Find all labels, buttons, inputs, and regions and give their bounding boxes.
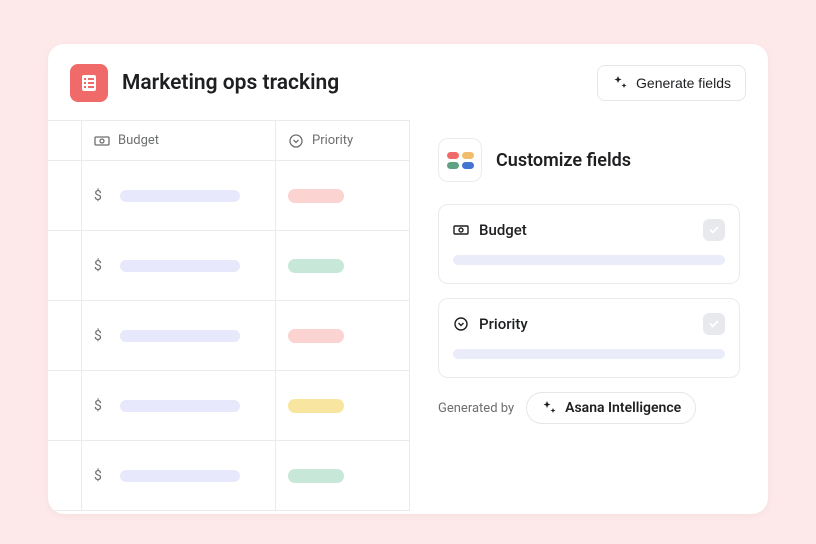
customize-panel: Customize fields Budget	[410, 120, 768, 514]
field-checkbox[interactable]	[703, 313, 725, 335]
chevron-circle-icon	[453, 316, 469, 332]
row-spacer	[48, 231, 82, 301]
field-card-priority[interactable]: Priority	[438, 298, 740, 378]
app-card: Marketing ops tracking Generate fields B…	[48, 44, 768, 514]
asana-intelligence-label: Asana Intelligence	[565, 400, 681, 416]
money-icon	[453, 222, 469, 238]
budget-cell[interactable]: $	[82, 231, 276, 301]
budget-placeholder-bar	[120, 400, 240, 412]
field-placeholder-bar	[453, 255, 725, 265]
budget-placeholder-bar	[120, 260, 240, 272]
field-placeholder-bar	[453, 349, 725, 359]
sparkle-icon	[612, 75, 628, 91]
project-icon	[70, 64, 108, 102]
priority-cell[interactable]	[276, 231, 410, 301]
priority-pill	[288, 329, 344, 343]
field-checkbox[interactable]	[703, 219, 725, 241]
table-header-row: Budget Priority	[48, 121, 410, 161]
fields-icon	[438, 138, 482, 182]
priority-cell[interactable]	[276, 371, 410, 441]
currency-symbol: $	[94, 468, 102, 484]
asana-intelligence-badge[interactable]: Asana Intelligence	[526, 392, 696, 424]
column-header-budget-label: Budget	[118, 133, 159, 148]
field-card-budget[interactable]: Budget	[438, 204, 740, 284]
table-row[interactable]: $	[48, 301, 410, 371]
budget-cell[interactable]: $	[82, 161, 276, 231]
currency-symbol: $	[94, 258, 102, 274]
field-title: Budget	[479, 221, 693, 239]
check-icon	[708, 318, 720, 330]
table-row[interactable]: $	[48, 231, 410, 301]
table-header-spacer	[48, 121, 82, 161]
column-header-priority-label: Priority	[312, 133, 353, 148]
generated-by-label: Generated by	[438, 401, 514, 416]
priority-pill	[288, 399, 344, 413]
header: Marketing ops tracking Generate fields	[48, 44, 768, 120]
customize-header: Customize fields	[438, 138, 740, 182]
generated-by-row: Generated by Asana Intelligence	[438, 392, 740, 424]
budget-cell[interactable]: $	[82, 371, 276, 441]
sparkle-icon	[541, 400, 557, 416]
currency-symbol: $	[94, 328, 102, 344]
currency-symbol: $	[94, 398, 102, 414]
row-spacer	[48, 161, 82, 231]
priority-pill	[288, 469, 344, 483]
priority-cell[interactable]	[276, 161, 410, 231]
row-spacer	[48, 371, 82, 441]
priority-cell[interactable]	[276, 441, 410, 511]
column-header-priority[interactable]: Priority	[276, 121, 410, 161]
field-title: Priority	[479, 315, 693, 333]
customize-title: Customize fields	[496, 150, 631, 171]
generate-fields-button[interactable]: Generate fields	[597, 65, 746, 101]
row-spacer	[48, 301, 82, 371]
row-spacer	[48, 441, 82, 511]
priority-cell[interactable]	[276, 301, 410, 371]
body: Budget Priority $	[48, 120, 768, 514]
generate-fields-label: Generate fields	[636, 75, 731, 91]
currency-symbol: $	[94, 188, 102, 204]
column-header-budget[interactable]: Budget	[82, 121, 276, 161]
check-icon	[708, 224, 720, 236]
priority-pill	[288, 189, 344, 203]
table-row[interactable]: $	[48, 161, 410, 231]
budget-cell[interactable]: $	[82, 441, 276, 511]
budget-placeholder-bar	[120, 330, 240, 342]
budget-cell[interactable]: $	[82, 301, 276, 371]
budget-placeholder-bar	[120, 190, 240, 202]
page-title: Marketing ops tracking	[122, 71, 597, 95]
table-row[interactable]: $	[48, 441, 410, 511]
chevron-circle-icon	[288, 133, 304, 149]
money-icon	[94, 133, 110, 149]
priority-pill	[288, 259, 344, 273]
table: Budget Priority $	[48, 120, 410, 514]
budget-placeholder-bar	[120, 470, 240, 482]
table-row[interactable]: $	[48, 371, 410, 441]
